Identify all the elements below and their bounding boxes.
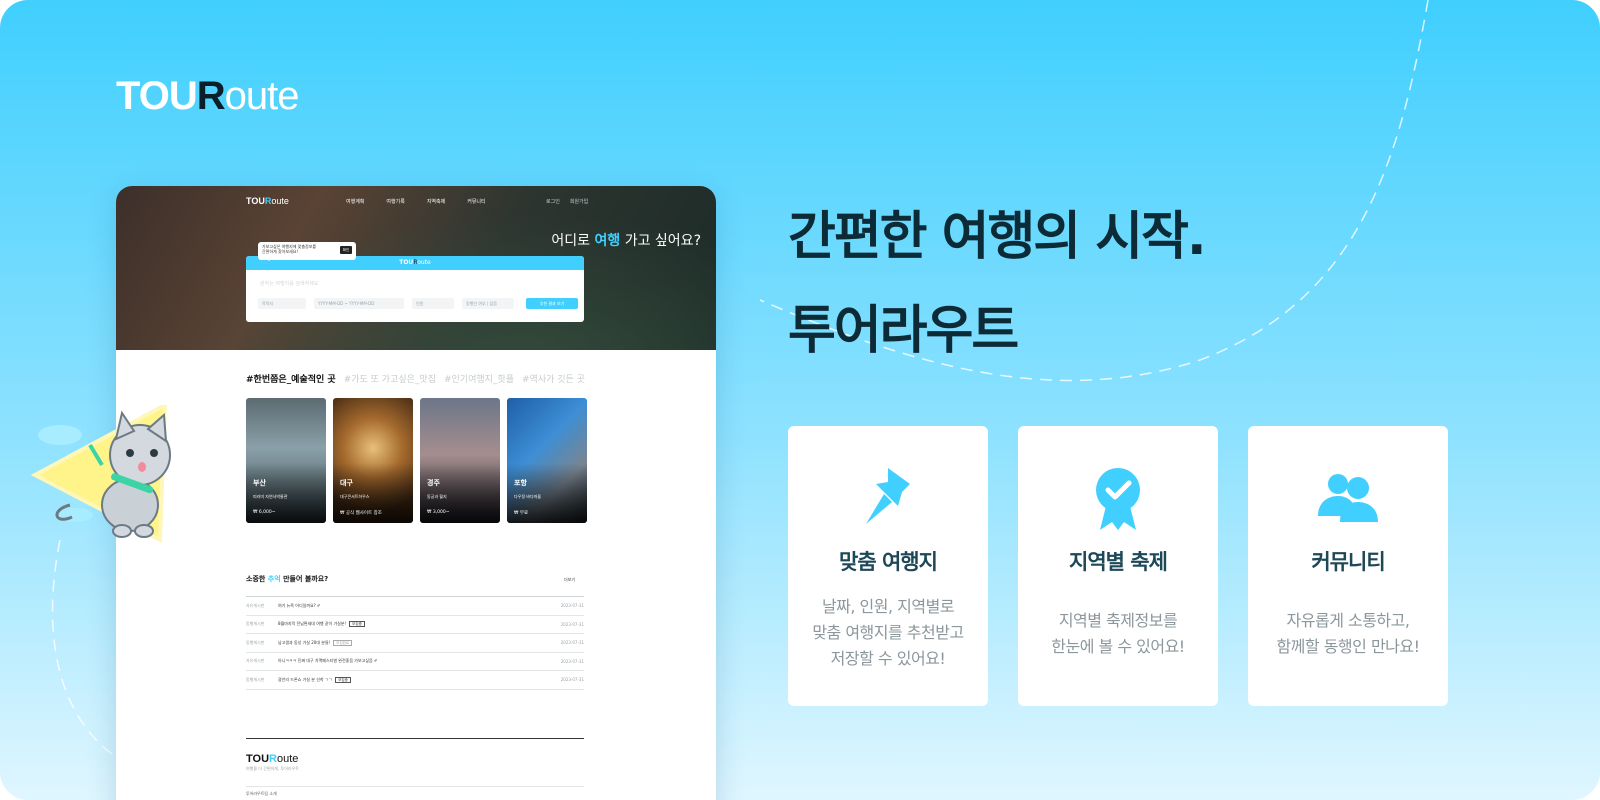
destination-card[interactable]: 부산 피라미 자연사박물관 ₩ 6,000~ xyxy=(246,398,326,523)
tag-history[interactable]: #역사가 깃든 곳 xyxy=(522,372,585,385)
footer-divider xyxy=(246,786,584,787)
destination-field[interactable]: 목적지 xyxy=(258,298,306,309)
footer-logo: TOURoute xyxy=(246,753,299,765)
feature-desc: 지역별 축제정보를 한눈에 볼 수 있어요! xyxy=(1051,611,1185,656)
board-row[interactable]: 동행게시판 광안리 드론쇼 가실 분 선착 ㄱㄱ 모집중 2023-07-31 xyxy=(246,671,584,690)
cat-mascot-icon xyxy=(30,405,171,544)
board-row[interactable]: 자유게시판 아니ㅋㅋㅋ 진짜 대구 치맥페스티벌 완전좋음 가보고싶음 ✐ 2023… xyxy=(246,653,584,671)
mockup-auth: 로그인 회원가입 xyxy=(546,198,588,205)
pushpin-icon xyxy=(866,468,910,524)
board-row[interactable]: 동행게시판 남고생과 동성 가실 20대 분들! 모집완료 2023-07-31 xyxy=(246,634,584,653)
headline: 간편한 여행의 시작. 투어라우트 xyxy=(788,190,1207,378)
feature-card-community: 커뮤니티 자유롭게 소통하고, 함께할 동행인 만나요! xyxy=(1248,426,1448,706)
status-badge: 모집완료 xyxy=(333,639,353,646)
feature-desc: 자유롭게 소통하고, 함께할 동행인 만나요! xyxy=(1276,611,1420,656)
tag-hot[interactable]: #인기여행지_핫플 xyxy=(444,372,514,385)
companion-field[interactable]: 동행인 여부 | 없음 xyxy=(462,298,514,309)
destination-card[interactable]: 경주 동궁과 월지 ₩ 3,000~ xyxy=(420,398,500,523)
destination-card[interactable]: 포항 다우정 바다마을 ₩ 무료 xyxy=(507,398,587,523)
theme-tags: #한번쯤은_예술적인 곳 #가도 또 가고싶은_맛집 #인기여행지_핫플 #역사… xyxy=(246,372,585,385)
board-row[interactable]: 동행게시판 8월마지막 전남편세대 여행 같이 가실분! 모집중 2023-07-31 xyxy=(246,616,584,634)
mockup-logo[interactable]: TOURoute xyxy=(246,196,289,206)
feature-card-recommend: 맞춤 여행지 날짜, 인원, 지역별로 맞춤 여행지를 추천받고 저장할 수 있어요… xyxy=(788,426,988,706)
tooltip-close-button[interactable]: 확인 xyxy=(340,246,352,254)
nav-item-record[interactable]: 여행기록 xyxy=(386,198,404,205)
login-link[interactable]: 로그인 xyxy=(546,198,560,205)
website-mockup: TOURoute 여행계획 여행기록 지역축제 커뮤니티 로그인 회원가입 어디… xyxy=(116,186,716,800)
date-range-field[interactable]: YYYY-MM-DD ~ YYYY-MM-DD xyxy=(314,298,404,309)
badge-check-icon xyxy=(1096,468,1140,530)
status-badge: 모집중 xyxy=(349,621,365,628)
search-panel: TOURoute 원하는 여행지를 검색하세요 목적지 YYYY-MM-DD ~… xyxy=(246,256,584,322)
footer-slogan: 여행을 더 간편하게, 투어라우트 xyxy=(246,766,299,771)
search-tooltip: 가보고싶은 여행지에 맞춤정보를 간편하게 찾아보세요! 확인 xyxy=(258,242,356,261)
promo-canvas: TOURoute TOURoute 여행계획 여행기록 지역축제 커뮤니티 로그… xyxy=(0,0,1600,800)
board-list: 자유게시판 여기 뉴욕 어디일까요? ✐ 2023-07-31 동행게시판 8월마지막… xyxy=(246,596,584,690)
nav-item-community[interactable]: 커뮤니티 xyxy=(467,198,485,205)
search-input[interactable]: 원하는 여행지를 검색하세요 xyxy=(260,280,318,287)
footer-divider xyxy=(246,738,584,739)
feature-card-festival: 지역별 축제 지역별 축제정보를 한눈에 볼 수 있어요! xyxy=(1018,426,1218,706)
tag-food[interactable]: #가도 또 가고싶은_맛집 xyxy=(344,372,436,385)
board-row[interactable]: 자유게시판 여기 뉴욕 어디일까요? ✐ 2023-07-31 xyxy=(246,597,584,616)
status-badge: 모집중 xyxy=(335,676,351,683)
tag-art[interactable]: #한번쯤은_예술적인 곳 xyxy=(246,372,336,385)
headline-line2: 투어라우트 xyxy=(788,301,1019,361)
hero-question: 어디로 여행 가고 싶어요? xyxy=(551,233,701,249)
recommend-button[interactable]: 추천 결과 보기 xyxy=(526,298,578,309)
signup-link[interactable]: 회원가입 xyxy=(570,198,588,205)
people-field[interactable]: 인원 xyxy=(412,298,454,309)
mockup-nav: 여행계획 여행기록 지역축제 커뮤니티 xyxy=(346,198,486,205)
feature-title: 커뮤니티 xyxy=(1311,550,1385,574)
board-more-link[interactable]: 더보기 xyxy=(564,577,575,583)
nav-item-festival[interactable]: 지역축제 xyxy=(427,198,445,205)
feature-title: 맞춤 여행지 xyxy=(839,550,938,574)
feature-desc: 날짜, 인원, 지역별로 맞춤 여행지를 추천받고 저장할 수 있어요! xyxy=(812,597,964,668)
feature-title: 지역별 축제 xyxy=(1069,550,1168,574)
headline-line1: 간편한 여행의 시작. xyxy=(788,207,1207,267)
brand-logo: TOURoute xyxy=(116,74,299,118)
destination-card[interactable]: 대구 대구콘서트하우스 ₩ 공식 웹사이트 참조 xyxy=(333,398,413,523)
nav-item-plan[interactable]: 여행계획 xyxy=(346,198,364,205)
board-title: 소중한 추억 만들어 볼까요? xyxy=(246,575,329,583)
destination-cards: 부산 피라미 자연사박물관 ₩ 6,000~ 대구 대구콘서트하우스 ₩ 공식 웹사이트… xyxy=(246,398,587,523)
people-icon xyxy=(1318,474,1378,522)
footer-about-link[interactable]: 투어라우트팀 소개 xyxy=(246,791,277,797)
